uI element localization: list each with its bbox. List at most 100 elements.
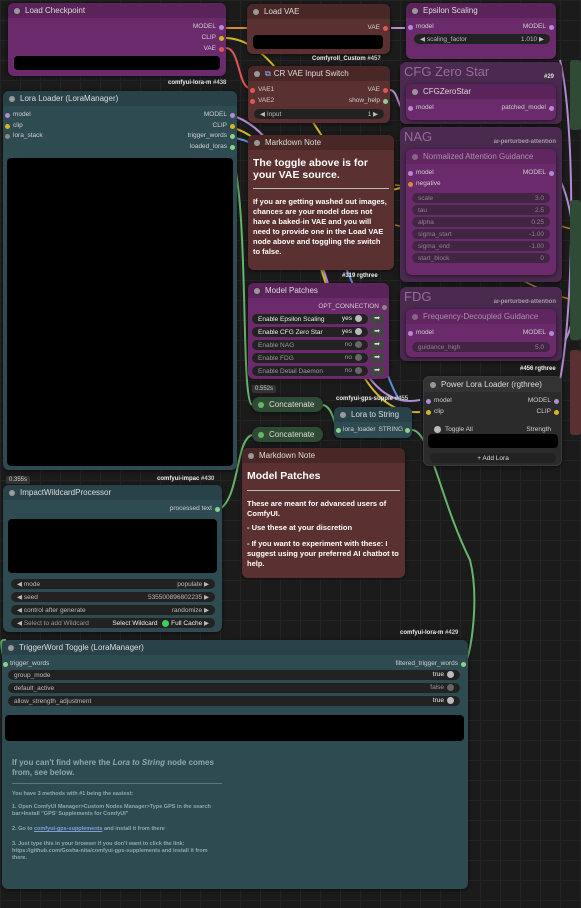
github-link[interactable]: comfyui-gps-supplements: [34, 826, 102, 832]
select-wildcard-widget[interactable]: ◀ Select to add Wildcard Select Wildcard …: [11, 618, 215, 628]
input-model-socket[interactable]: [408, 25, 413, 30]
output-show-help-socket[interactable]: [383, 99, 388, 104]
node-lora-to-string[interactable]: Lora to String lora_loader STRING: [334, 407, 412, 438]
output-loaded-loras-socket[interactable]: [230, 145, 235, 150]
node-impact-wildcard-processor[interactable]: ImpactWildcardProcessor processed text ◀…: [3, 485, 222, 632]
node-concatenate-2[interactable]: Concatenate: [252, 427, 323, 442]
output-model-socket[interactable]: [549, 331, 554, 336]
output-model-socket[interactable]: [549, 106, 554, 111]
input-select-widget[interactable]: ◀ Input 1 ▶: [254, 109, 384, 119]
input-model-socket[interactable]: [408, 171, 413, 176]
node-load-vae[interactable]: Load VAE VAE: [247, 4, 390, 54]
output-opt-connection-socket[interactable]: [382, 305, 387, 310]
allow-strength-adjustment-toggle[interactable]: allow_strength_adjustment true: [8, 696, 460, 706]
nag-widget-start-block[interactable]: start_block 0: [412, 253, 550, 263]
goto-arrow-icon[interactable]: ➡: [370, 366, 384, 376]
input-model-label: model: [13, 111, 31, 118]
node-id: #29: [543, 74, 554, 80]
output-clip-socket[interactable]: [554, 410, 559, 415]
output-model-socket[interactable]: [230, 113, 235, 118]
input-lora-loader-socket[interactable]: [336, 428, 341, 433]
input-vae2-socket[interactable]: [250, 99, 255, 104]
output-model-label: MODEL: [522, 329, 546, 336]
vae-name-widget[interactable]: [253, 35, 383, 49]
node-markdown-note-patches[interactable]: Markdown Note Model Patches These are me…: [242, 448, 405, 578]
goto-arrow-icon[interactable]: ➡: [370, 314, 384, 324]
node-fdg[interactable]: Frequency-Decoupled Guidance model MODEL…: [406, 309, 556, 357]
node-lora-loader[interactable]: Lora Loader (LoraManager) model clip lor…: [3, 91, 237, 470]
output-filtered-trigger-words-socket[interactable]: [461, 662, 466, 667]
lora-text-area[interactable]: [7, 158, 233, 466]
toggle-fdg[interactable]: Enable FDG no: [252, 353, 368, 363]
output-clip-socket[interactable]: [230, 124, 235, 129]
output-model-socket[interactable]: [554, 399, 559, 404]
goto-arrow-icon[interactable]: ➡: [370, 327, 384, 337]
output-vae-socket[interactable]: [219, 47, 224, 52]
nag-widget-alpha[interactable]: alpha 0.25: [412, 217, 550, 227]
toggle-all-control[interactable]: Toggle All: [434, 426, 473, 433]
ckpt-name-widget[interactable]: [14, 56, 220, 70]
trigger-words-display[interactable]: [5, 715, 464, 741]
node-load-checkpoint[interactable]: Load Checkpoint MODEL CLIP VAE: [8, 3, 226, 76]
nag-widget-tau[interactable]: tau 2.5: [412, 205, 550, 215]
input-model-socket[interactable]: [408, 331, 413, 336]
node-nag[interactable]: Normalized Attention Guidance model nega…: [406, 149, 556, 275]
input-vae2-label: VAE2: [258, 97, 275, 104]
node-badge: comfyui-lora-m #429: [400, 630, 459, 636]
toggle-detail-daemon[interactable]: Enable Detail Daemon no: [252, 366, 368, 376]
collapse-dot[interactable]: [14, 7, 20, 14]
node-triggerword-toggle[interactable]: TriggerWord Toggle (LoraManager) trigger…: [2, 640, 468, 889]
node-power-lora-loader[interactable]: Power Lora Loader (rgthree) model clip M…: [423, 376, 562, 466]
add-lora-button[interactable]: + Add Lora: [430, 453, 556, 463]
input-model-socket[interactable]: [408, 106, 413, 111]
mode-widget[interactable]: ◀ mode populate ▶: [11, 579, 215, 589]
output-vae-label: VAE: [203, 45, 216, 52]
group-fdg[interactable]: FDG ai-perturbed-attention Frequency-Dec…: [400, 287, 562, 361]
nag-widget-scale[interactable]: scale 3.0: [412, 193, 550, 203]
node-cr-vae-switch[interactable]: ⧉ CR VAE Input Switch VAE1 VAE2 VAE show_…: [248, 66, 390, 123]
wildcard-text-area[interactable]: [8, 519, 217, 573]
goto-arrow-icon[interactable]: ➡: [370, 353, 384, 363]
note-paragraph: These are meant for advanced users of Co…: [247, 499, 387, 518]
control-after-generate-widget[interactable]: ◀ control after generate randomize ▶: [11, 605, 215, 615]
input-lora-loader-label: lora_loader: [343, 426, 376, 433]
node-cfgzerostar[interactable]: CFGZeroStar model patched_model: [406, 84, 556, 120]
goto-arrow-icon[interactable]: ➡: [370, 340, 384, 350]
scaling-factor-widget[interactable]: ◀ scaling_factor 1.010 ▶: [414, 34, 550, 44]
node-concatenate-1[interactable]: Concatenate: [252, 397, 323, 412]
output-model-socket[interactable]: [219, 25, 224, 30]
input-lora-stack-socket[interactable]: [5, 134, 10, 139]
nag-widget-sigma-end[interactable]: sigma_end -1.00: [412, 241, 550, 251]
toggle-nag[interactable]: Enable NAG no: [252, 340, 368, 350]
input-clip-socket[interactable]: [426, 410, 431, 415]
input-trigger-words-socket[interactable]: [3, 662, 8, 667]
output-string-socket[interactable]: [405, 428, 410, 433]
node-model-patches[interactable]: Model Patches OPT_CONNECTION Enable Epsi…: [248, 283, 389, 379]
output-vae-socket[interactable]: [383, 88, 388, 93]
input-vae1-socket[interactable]: [250, 88, 255, 93]
toggle-cfg-zero-star[interactable]: Enable CFG Zero Star yes: [252, 327, 368, 337]
guidance-high-widget[interactable]: guidance_high 5.0: [412, 342, 550, 352]
lora-list-area[interactable]: [428, 434, 558, 448]
input-model-socket[interactable]: [5, 113, 10, 118]
seed-widget[interactable]: ◀ seed 535500896802235 ▶: [11, 592, 215, 602]
input-negative-socket[interactable]: [408, 182, 413, 187]
output-clip-socket[interactable]: [219, 36, 224, 41]
nag-widget-sigma-start[interactable]: sigma_start -1.00: [412, 229, 550, 239]
group-cfg-zero-star[interactable]: CFG Zero Star #29 CFGZeroStar model patc…: [400, 62, 562, 124]
output-model-socket[interactable]: [549, 25, 554, 30]
input-model-socket[interactable]: [426, 399, 431, 404]
output-clip-label: CLIP: [212, 122, 227, 129]
default-active-toggle[interactable]: default_active false: [8, 683, 460, 693]
input-clip-socket[interactable]: [5, 124, 10, 129]
input-trigger-words-label: trigger_words: [10, 660, 50, 667]
output-vae-socket[interactable]: [383, 26, 388, 31]
group-nag[interactable]: NAG ai-perturbed-attention Normalized At…: [400, 127, 562, 282]
node-epsilon-scaling[interactable]: Epsilon Scaling model MODEL ◀ scaling_fa…: [406, 3, 556, 59]
toggle-epsilon-scaling[interactable]: Enable Epsilon Scaling yes: [252, 314, 368, 324]
output-processed-text-socket[interactable]: [215, 507, 220, 512]
node-markdown-note-vae[interactable]: Markdown Note The toggle above is for yo…: [248, 135, 394, 270]
output-model-socket[interactable]: [549, 171, 554, 176]
output-trigger-words-socket[interactable]: [230, 134, 235, 139]
group-mode-toggle[interactable]: group_mode true: [8, 670, 460, 680]
